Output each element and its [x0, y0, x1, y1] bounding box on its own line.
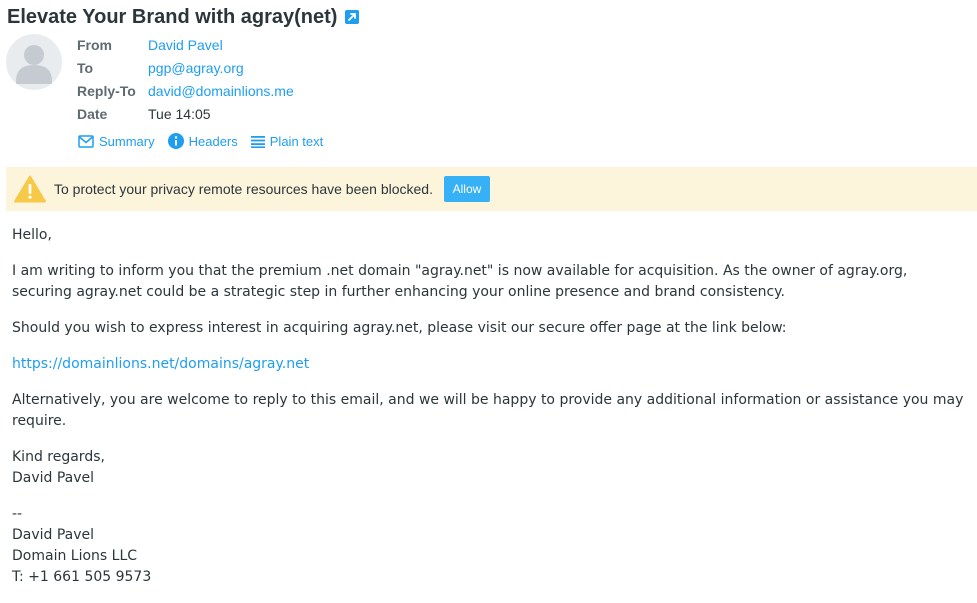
signature-company: Domain Lions LLC: [12, 548, 138, 564]
sender-avatar: [6, 34, 62, 90]
greeting: Hello,: [12, 227, 52, 243]
from-value[interactable]: David Pavel: [148, 37, 223, 53]
paragraph-2: Should you wish to express interest in a…: [12, 320, 787, 336]
paragraph-1: I am writing to inform you that the prem…: [12, 263, 908, 300]
notice-text: To protect your privacy remote resources…: [54, 181, 433, 197]
signature-phone: T: +1 661 505 9573: [12, 569, 152, 585]
to-label: To: [77, 60, 94, 76]
to-value[interactable]: pgp@agray.org: [148, 60, 244, 76]
info-icon: [167, 133, 184, 149]
headers-label: Headers: [188, 133, 238, 149]
plain-text-label: Plain text: [269, 133, 324, 149]
view-mode-switcher: Summary Headers Plain text: [78, 133, 323, 149]
allow-button[interactable]: Allow: [443, 176, 490, 202]
summary-label: Summary: [99, 133, 155, 149]
date-value: Tue 14:05: [148, 106, 211, 122]
external-link-icon[interactable]: [345, 10, 360, 24]
signature-separator: --: [12, 506, 23, 522]
signature-name: David Pavel: [12, 527, 95, 543]
closing-name: David Pavel: [12, 470, 95, 486]
reply-to-label: Reply-To: [77, 83, 136, 99]
date-label: Date: [77, 106, 108, 122]
message-subject: Elevate Your Brand with agray(net): [7, 4, 360, 30]
from-label: From: [77, 37, 112, 53]
offer-link[interactable]: https://domainlions.net/domains/agray.ne…: [12, 356, 309, 372]
paragraph-3: Alternatively, you are welcome to reply …: [12, 392, 964, 429]
closing-line: Kind regards,: [12, 449, 105, 465]
user-avatar-icon: [16, 45, 52, 84]
warning-icon: [14, 175, 46, 203]
summary-button[interactable]: Summary: [78, 133, 155, 149]
list-icon: [250, 135, 265, 148]
envelope-icon: [78, 134, 94, 148]
remote-resources-notice: To protect your privacy remote resources…: [6, 167, 977, 211]
subject-text: Elevate Your Brand with agray(net): [7, 5, 338, 28]
plain-text-button[interactable]: Plain text: [250, 133, 324, 149]
message-body: Hello, I am writing to inform you that t…: [12, 225, 970, 603]
headers-button[interactable]: Headers: [167, 133, 238, 149]
reply-to-value[interactable]: david@domainlions.me: [148, 83, 294, 99]
